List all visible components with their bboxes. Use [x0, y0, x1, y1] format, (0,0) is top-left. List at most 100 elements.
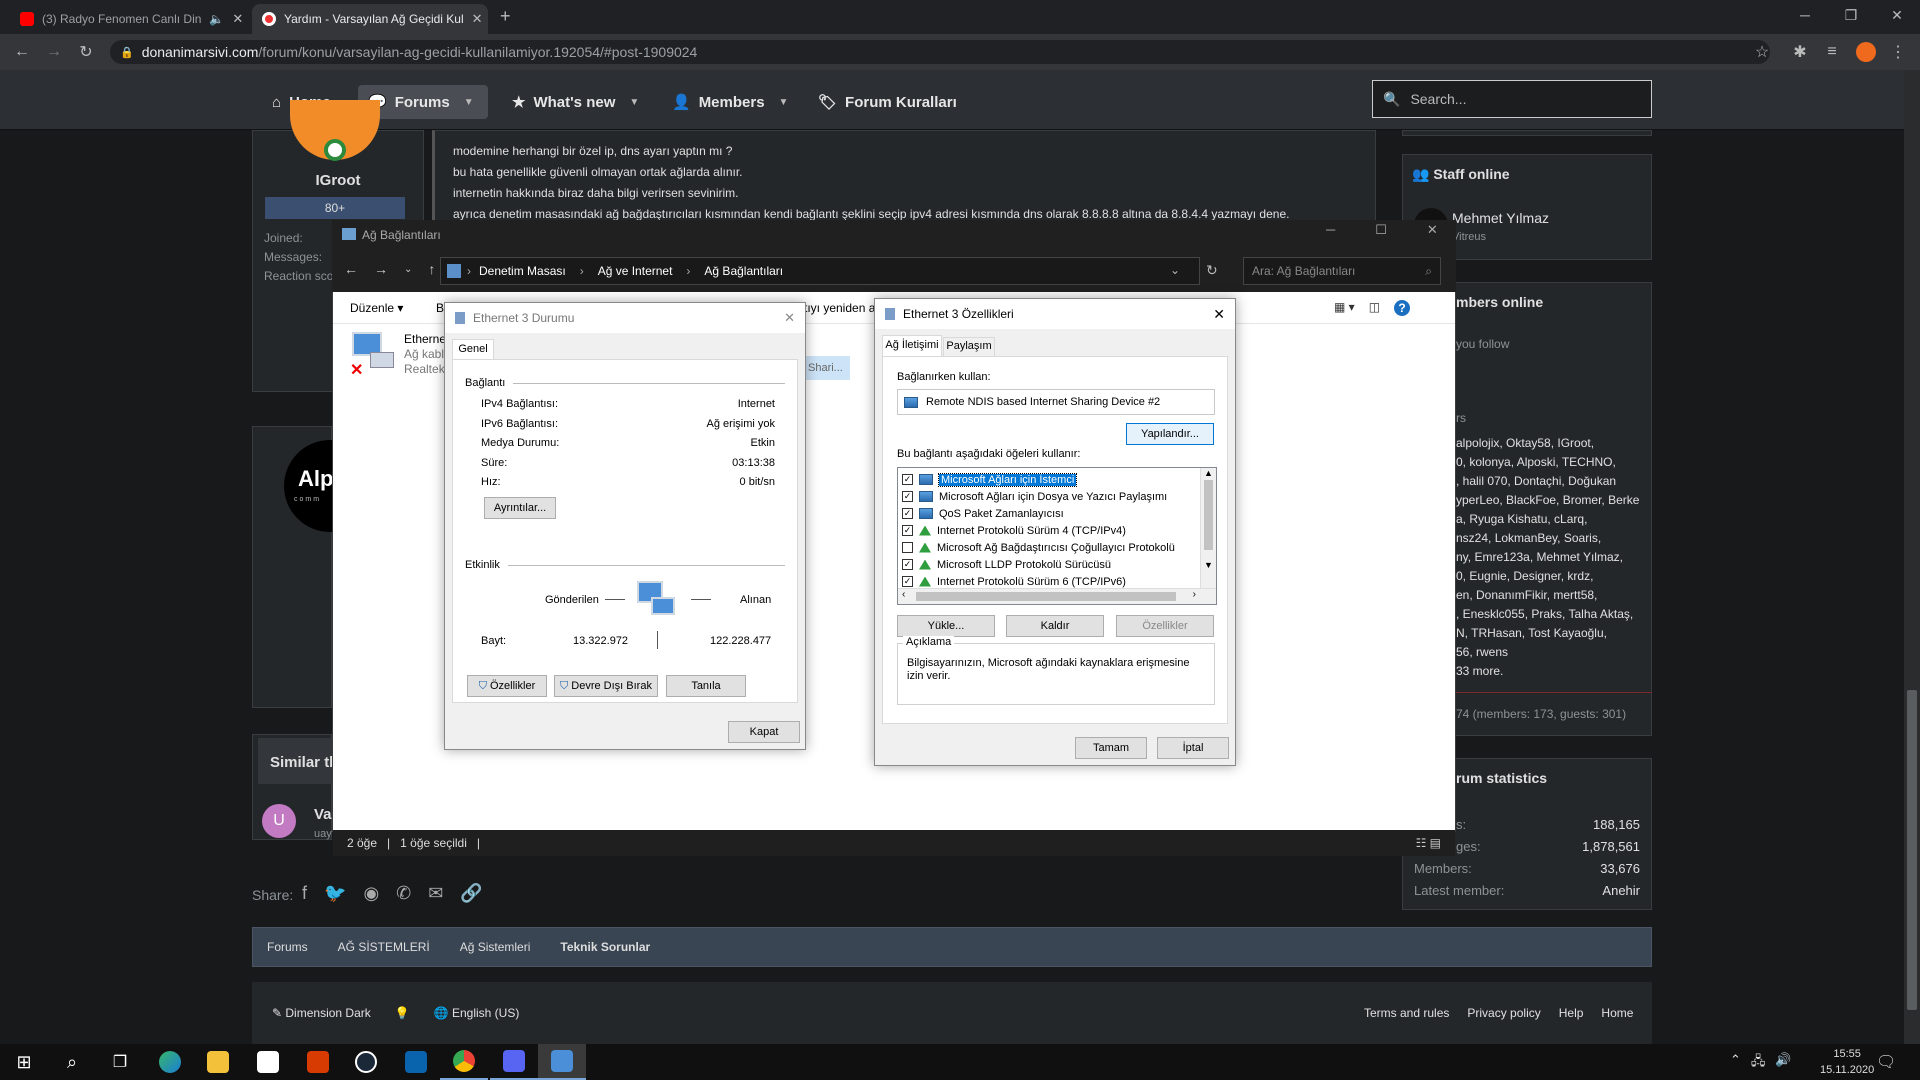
checkbox-unchecked[interactable]	[902, 542, 913, 553]
component-item[interactable]: ✓ Internet Protokolü Sürüm 4 (TCP/IPv4)	[902, 522, 1198, 539]
link-icon[interactable]: 🔗	[460, 883, 482, 904]
cancel-button[interactable]: İptal	[1157, 737, 1229, 759]
similar-thread-link[interactable]: Va	[314, 806, 332, 823]
ok-button[interactable]: Tamam	[1075, 737, 1147, 759]
members-line[interactable]: a, Ryuga Kishatu, cLarq,	[1456, 510, 1639, 529]
language-chooser[interactable]: 🌐 English (US)	[434, 1006, 520, 1020]
breadcrumb-item[interactable]: Teknik Sorunlar	[560, 940, 650, 954]
component-item[interactable]: Microsoft Ağ Bağdaştırıcısı Çoğullayıcı …	[902, 539, 1198, 556]
close-icon[interactable]: ✕	[1427, 222, 1438, 238]
components-list[interactable]: ✓ Microsoft Ağları için İstemci ✓ Microsoft…	[897, 467, 1217, 605]
scrollbar-thumb[interactable]	[1204, 480, 1213, 550]
explorer-titlebar[interactable]: Ağ Bağlantıları	[332, 220, 1456, 250]
taskbar-mail[interactable]	[392, 1044, 440, 1080]
members-line[interactable]: , halil 070, Dontaçhi, Doğukan	[1456, 472, 1639, 491]
ethernet-item-text[interactable]: Etherne Ağ kabl Realtek	[404, 332, 446, 377]
forward-icon[interactable]: →	[374, 261, 388, 277]
tab-yardim[interactable]: Yardım - Varsayılan Ağ Geçidi Kul ✕	[252, 4, 488, 34]
breadcrumb-item[interactable]: Ağ Sistemleri	[460, 940, 531, 954]
post-username[interactable]: IGroot	[252, 172, 424, 189]
close-tab-icon[interactable]: ✕	[232, 11, 243, 27]
maximize-icon[interactable]: ☐	[1375, 222, 1387, 238]
command-partial[interactable]: B	[436, 301, 444, 315]
close-window-icon[interactable]: ✕	[1874, 0, 1920, 30]
close-button[interactable]: Kapat	[728, 721, 800, 743]
chevron-right-icon[interactable]: ›	[467, 264, 471, 278]
checkbox-checked[interactable]: ✓	[902, 559, 913, 570]
profile-avatar[interactable]	[1856, 42, 1876, 62]
taskbar-discord[interactable]	[490, 1044, 538, 1080]
minimize-icon[interactable]: ─	[1326, 222, 1335, 238]
ethernet-adapter-icon[interactable]: ✕	[350, 332, 396, 379]
members-line[interactable]: yperLeo, BlackFoe, Bromer, Berke	[1456, 491, 1639, 510]
checkbox-checked[interactable]: ✓	[902, 491, 913, 502]
chevron-down-icon[interactable]: ▼	[779, 97, 789, 108]
footer-link-terms[interactable]: Terms and rules	[1364, 1006, 1449, 1020]
search-button[interactable]: ⌕	[48, 1044, 96, 1080]
view-options-icon[interactable]: ▦ ▾	[1334, 300, 1355, 316]
members-line[interactable]: en, DonanımFikir, mertt58,	[1456, 586, 1639, 605]
nav-members[interactable]: 👤 Members ▼	[662, 85, 798, 119]
extensions-icon[interactable]: ✱	[1788, 40, 1812, 64]
footer-link-home[interactable]: Home	[1601, 1006, 1633, 1020]
members-line[interactable]: ny, Emre123a, Mehmet Yılmaz,	[1456, 548, 1639, 567]
task-view-button[interactable]: ❐	[96, 1044, 144, 1080]
scroll-left-icon[interactable]: ‹	[902, 589, 905, 600]
properties-button[interactable]: ⛉ Özellikler	[467, 675, 547, 697]
chevron-up-icon[interactable]: ⌃	[1730, 1052, 1741, 1074]
refresh-icon[interactable]: ↻	[1206, 262, 1218, 279]
component-item[interactable]: ✓ QoS Paket Zamanlayıcısı	[902, 505, 1198, 522]
reload-icon[interactable]: ↻	[74, 40, 98, 64]
members-line[interactable]: 56, rwens	[1456, 643, 1639, 662]
list-vscrollbar[interactable]: ▲ ▼	[1200, 468, 1216, 588]
component-item[interactable]: ✓ Microsoft LLDP Protokolü Sürücüsü	[902, 556, 1198, 573]
organize-menu[interactable]: Düzenle ▾	[350, 301, 403, 315]
component-item[interactable]: ✓ Microsoft Ağları için İstemci	[902, 471, 1198, 488]
view-toggle-icons[interactable]: ☷ ▤	[1416, 836, 1441, 850]
address-crumb[interactable]: Ağ Bağlantıları	[704, 264, 783, 278]
help-icon[interactable]: ?	[1394, 300, 1411, 316]
install-button[interactable]: Yükle...	[897, 615, 995, 637]
whatsapp-icon[interactable]: ✆	[396, 883, 411, 904]
footer-link-help[interactable]: Help	[1559, 1006, 1584, 1020]
email-icon[interactable]: ✉	[428, 883, 443, 904]
tab-radyo[interactable]: (3) Radyo Fenomen Canlı Din 🔈 ✕	[10, 4, 250, 34]
breadcrumb-item[interactable]: AĞ SİSTEMLERİ	[338, 940, 430, 954]
up-icon[interactable]: ↑	[428, 261, 435, 277]
staff-name[interactable]: Mehmet Yılmaz	[1452, 210, 1549, 226]
scroll-down-icon[interactable]: ▼	[1201, 560, 1216, 570]
taskbar-edge[interactable]	[146, 1044, 194, 1080]
taskbar-chrome[interactable]	[440, 1044, 488, 1080]
status-dialog-titlebar[interactable]: Ethernet 3 Durumu ✕	[445, 303, 805, 333]
media-queue-icon[interactable]: ≡	[1820, 40, 1844, 64]
network-tray-icon[interactable]: 🖧	[1751, 1052, 1766, 1074]
taskbar-store[interactable]	[244, 1044, 292, 1080]
similar-avatar[interactable]: U	[262, 804, 296, 838]
back-icon[interactable]: ←	[344, 261, 358, 277]
component-properties-button[interactable]: Özellikler	[1116, 615, 1214, 637]
close-icon[interactable]: ✕	[1213, 306, 1225, 323]
forward-icon[interactable]: →	[42, 40, 66, 64]
remove-button[interactable]: Kaldır	[1006, 615, 1104, 637]
close-icon[interactable]: ✕	[784, 310, 795, 326]
checkbox-checked[interactable]: ✓	[902, 525, 913, 536]
scrollbar-thumb[interactable]	[916, 592, 1176, 601]
chevron-down-icon[interactable]: ▼	[464, 97, 474, 108]
breadcrumb-item[interactable]: Forums	[267, 940, 308, 954]
clock[interactable]: 15:55 15.11.2020	[1820, 1046, 1874, 1078]
notifications-icon[interactable]: 🗨	[1876, 1052, 1896, 1072]
bookmark-star-icon[interactable]: ☆	[1750, 40, 1774, 64]
members-line[interactable]: nsz24, LokmanBey, Soaris,	[1456, 529, 1639, 548]
scrollbar-thumb[interactable]	[1907, 690, 1917, 1010]
recent-dropdown-icon[interactable]: ⌄	[404, 264, 412, 277]
style-chooser[interactable]: ✎ Dimension Dark	[272, 1006, 371, 1020]
explorer-address-bar[interactable]: › Denetim Masası › Ağ ve Internet › Ağ Bağ…	[440, 257, 1200, 285]
members-line[interactable]: N, TRHasan, Tost Kayaoğlu,	[1456, 624, 1639, 643]
component-item[interactable]: ✓ Microsoft Ağları için Dosya ve Yazıcı P…	[902, 488, 1198, 505]
twitter-icon[interactable]: 🐦	[324, 883, 346, 904]
configure-button[interactable]: Yapılandır...	[1126, 423, 1214, 445]
facebook-icon[interactable]: f	[302, 883, 307, 904]
site-search-input[interactable]: 🔍 Search...	[1372, 80, 1652, 118]
scroll-right-icon[interactable]: ›	[1193, 589, 1196, 600]
footer-link-privacy[interactable]: Privacy policy	[1467, 1006, 1540, 1020]
